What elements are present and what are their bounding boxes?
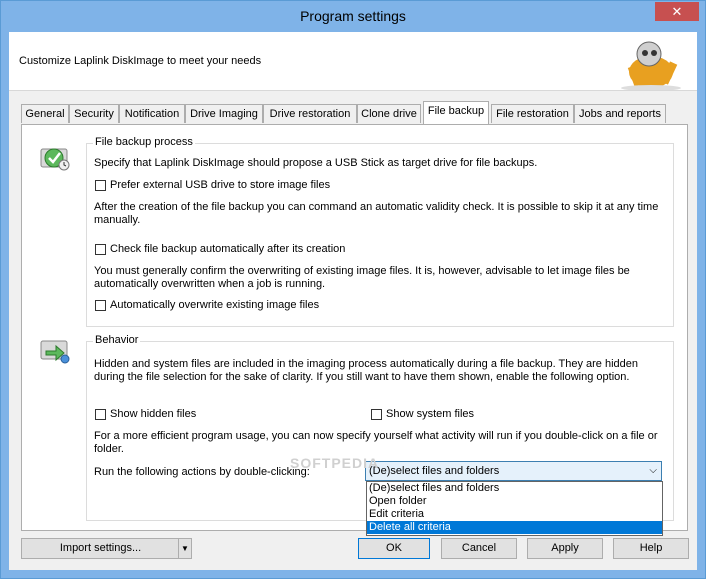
overwrite-text: You must generally confirm the overwriti… [94,265,630,290]
robot-mascot-icon [621,41,681,90]
import-dropdown-arrow-icon[interactable]: ▼ [178,539,191,558]
show-hidden-label[interactable]: Show hidden files [110,408,196,421]
doubleclick-selected-value: (De)select files and folders [369,465,500,477]
dropdown-option[interactable]: Edit criteria [367,508,662,521]
help-button[interactable]: Help [613,538,689,559]
tab-drive-imaging[interactable]: Drive Imaging [185,104,263,123]
show-system-label[interactable]: Show system files [386,408,474,421]
tab-jobs-and-reports[interactable]: Jobs and reports [574,104,666,123]
import-settings-button[interactable]: Import settings... ▼ [21,538,192,559]
chevron-down-icon: ⌵ [649,465,657,476]
file-backup-process-group: File backup process Specify that Laplink… [86,136,674,327]
cancel-button[interactable]: Cancel [441,538,517,559]
validity-text: After the creation of the file backup yo… [94,201,659,226]
apply-button[interactable]: Apply [527,538,603,559]
check-backup-checkbox[interactable] [95,244,106,255]
tab-strip: General Security Notification Drive Imag… [21,101,681,125]
doubleclick-action-dropdown[interactable]: (De)select files and folders Open folder… [366,481,663,536]
dropdown-option[interactable]: Open folder [367,495,662,508]
show-system-checkbox[interactable] [371,409,382,420]
auto-overwrite-checkbox[interactable] [95,300,106,311]
doubleclick-action-select[interactable]: (De)select files and folders ⌵ [365,461,662,481]
tab-notification[interactable]: Notification [119,104,185,123]
tab-clone-drive[interactable]: Clone drive [357,104,421,123]
header-banner: Customize Laplink DiskImage to meet your… [9,32,697,91]
tab-file-restoration[interactable]: File restoration [491,104,574,123]
prefer-usb-label[interactable]: Prefer external USB drive to store image… [110,179,330,192]
file-backup-process-title: File backup process [93,136,195,148]
auto-overwrite-label[interactable]: Automatically overwrite existing image f… [110,299,319,312]
file-backup-intro: Specify that Laplink DiskImage should pr… [94,157,538,169]
hidden-files-text: Hidden and system files are included in … [94,358,638,383]
file-backup-panel: File backup process Specify that Laplink… [21,124,688,531]
file-backup-icon [40,148,70,171]
behavior-title: Behavior [93,334,141,346]
dropdown-option[interactable]: (De)select files and folders [367,482,662,495]
show-hidden-checkbox[interactable] [95,409,106,420]
title-bar: Program settings ✕ [1,1,705,32]
behavior-icon [40,340,70,364]
client-area: Customize Laplink DiskImage to meet your… [9,32,697,570]
import-settings-label: Import settings... [59,542,142,554]
tab-general[interactable]: General [21,104,69,123]
program-settings-window: Program settings ✕ Customize Laplink Dis… [0,0,706,579]
ok-button[interactable]: OK [358,538,430,559]
doubleclick-text: For a more efficient program usage, you … [94,430,658,455]
window-title: Program settings [300,8,406,24]
close-icon[interactable]: ✕ [655,2,699,21]
run-actions-label: Run the following actions by double-clic… [94,466,310,478]
watermark: SOFTPEDIA [290,455,380,471]
tab-file-backup[interactable]: File backup [423,101,489,124]
tab-security[interactable]: Security [69,104,119,123]
dropdown-option-highlighted[interactable]: Delete all criteria [367,521,662,534]
header-text: Customize Laplink DiskImage to meet your… [19,55,262,67]
check-backup-label[interactable]: Check file backup automatically after it… [110,243,345,256]
prefer-usb-checkbox[interactable] [95,180,106,191]
tab-drive-restoration[interactable]: Drive restoration [263,104,357,123]
